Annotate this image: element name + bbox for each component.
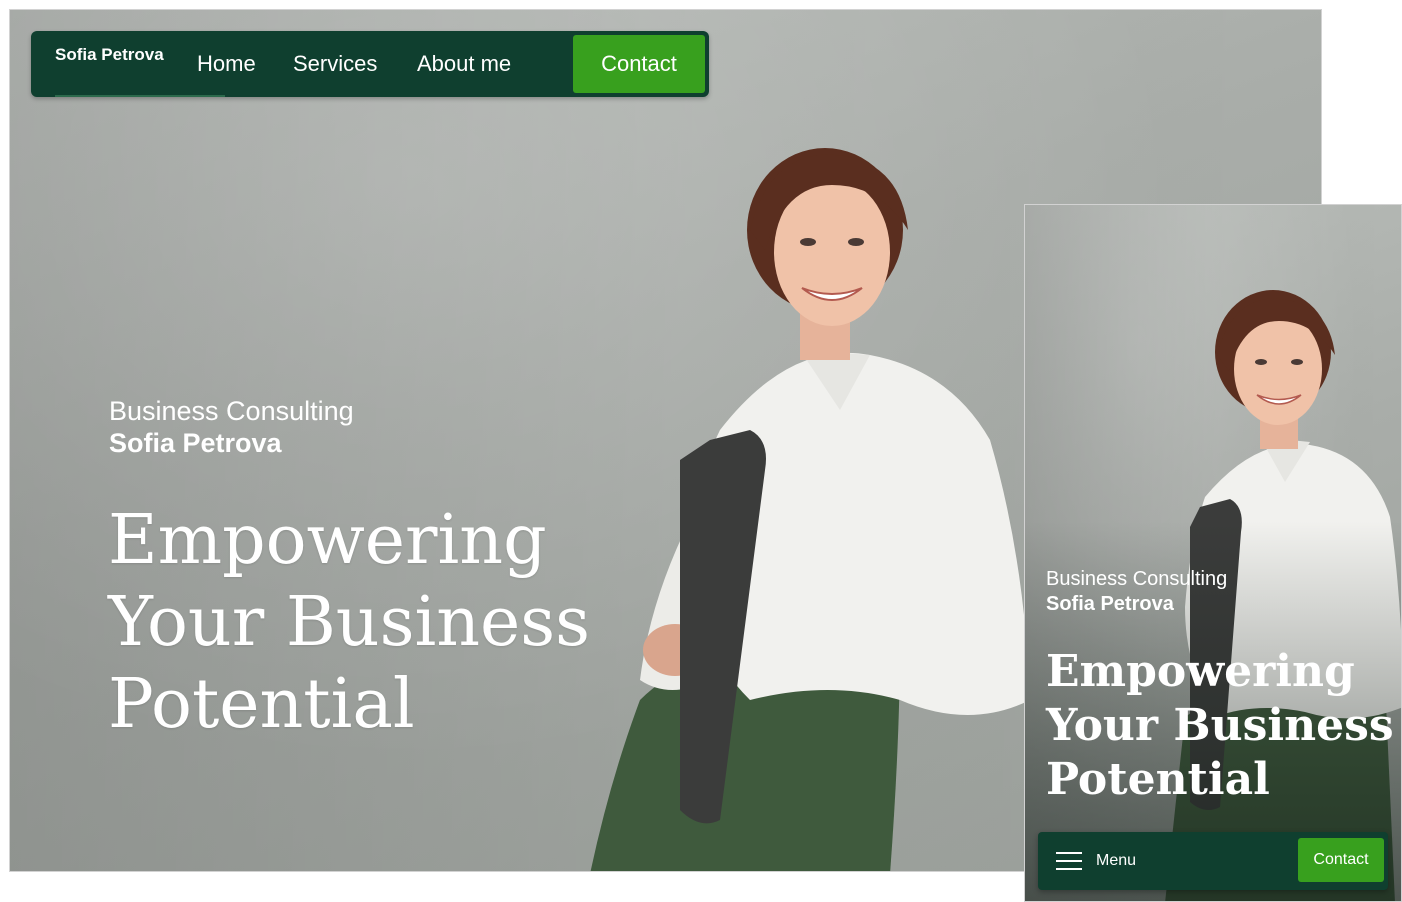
- mobile-hero-title: Empowering Your Business Potential: [1046, 646, 1394, 805]
- mobile-hero-subtitle-block: Business Consulting Sofia Petrova: [1046, 567, 1227, 617]
- nav-link-about[interactable]: About me: [417, 51, 511, 77]
- mobile-hero-subtitle: Business Consulting: [1046, 568, 1228, 590]
- nav-underline: [55, 95, 225, 97]
- mobile-preview: Business Consulting Sofia Petrova Empowe…: [1024, 204, 1402, 902]
- top-navbar: Sofia Petrova Home Services About me Con…: [31, 31, 709, 97]
- hamburger-icon[interactable]: [1056, 852, 1082, 870]
- nav-link-services[interactable]: Services: [293, 51, 377, 77]
- mobile-hero-name: Sofia Petrova: [1046, 593, 1174, 615]
- hero-title: Empowering Your Business Potential: [108, 501, 591, 744]
- contact-button[interactable]: Contact: [573, 35, 705, 93]
- hero-subtitle: Business Consulting: [109, 396, 354, 426]
- mobile-contact-button[interactable]: Contact: [1298, 838, 1384, 882]
- nav-link-home[interactable]: Home: [197, 51, 256, 77]
- hero-photo: [590, 148, 1030, 871]
- hero-subtitle-block: Business Consulting Sofia Petrova: [109, 395, 354, 459]
- hero-name: Sofia Petrova: [109, 428, 282, 458]
- brand-logo[interactable]: Sofia Petrova: [55, 46, 165, 64]
- mobile-bottom-bar: Menu Contact: [1038, 832, 1388, 890]
- menu-label[interactable]: Menu: [1096, 851, 1136, 871]
